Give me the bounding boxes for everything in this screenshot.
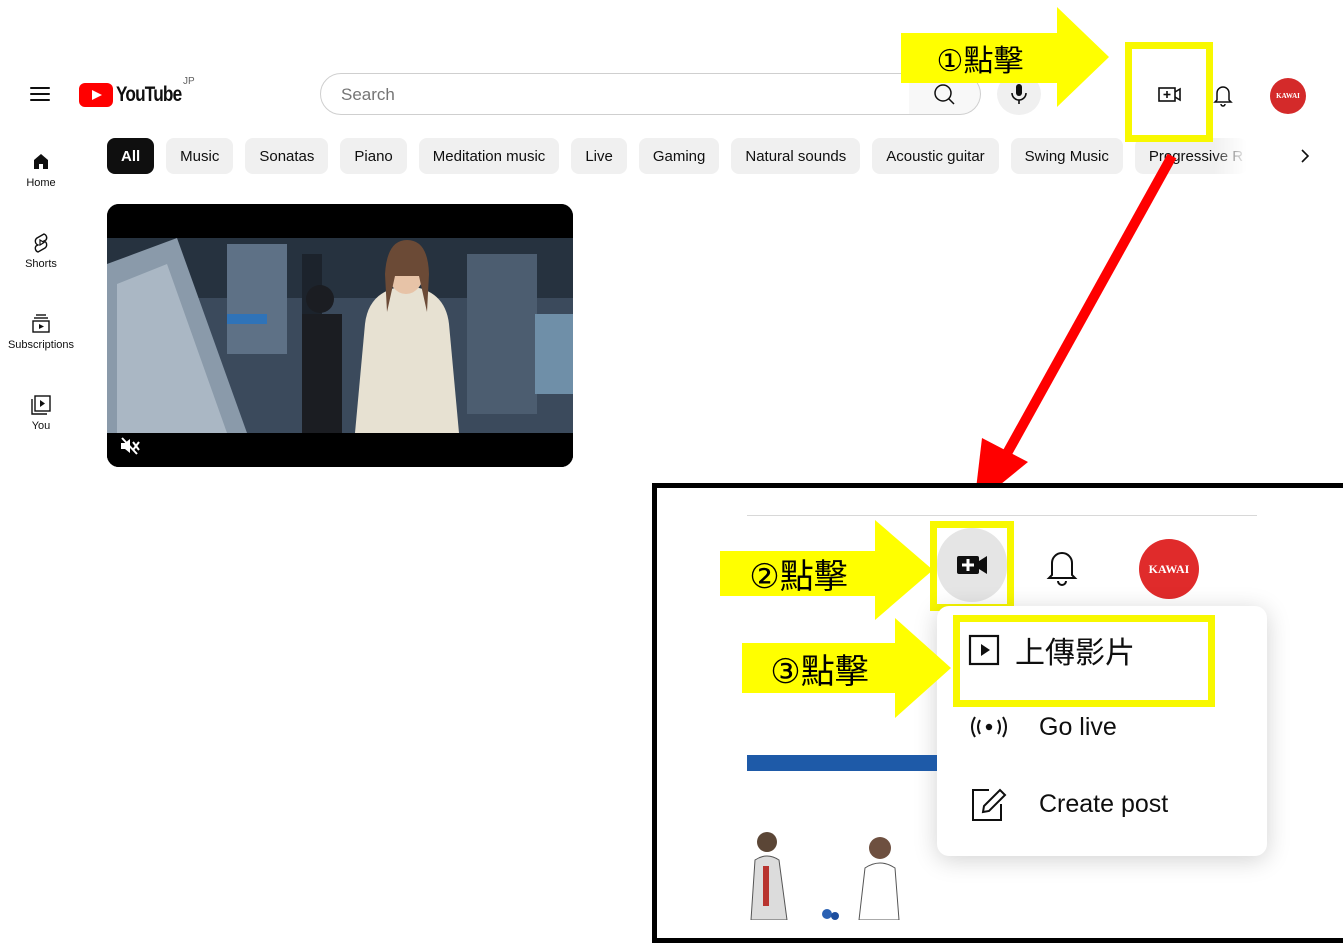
- avatar-zoomed[interactable]: KAWAI: [1139, 539, 1199, 599]
- menu-item-create-post[interactable]: Create post: [967, 784, 1168, 824]
- search-input[interactable]: [339, 84, 903, 106]
- step2-arrow-head: [875, 520, 933, 620]
- step3-callout: ③點擊: [742, 643, 897, 693]
- chip-sonatas[interactable]: Sonatas: [245, 138, 329, 174]
- highlight-upload-video: [953, 615, 1215, 707]
- avatar[interactable]: KAWAI: [1270, 78, 1306, 114]
- step1-callout: ①點擊: [901, 33, 1059, 83]
- step3-label: ③點擊: [770, 651, 869, 692]
- mute-button[interactable]: [119, 436, 141, 461]
- step1-arrow-head: [1057, 7, 1109, 107]
- red-pointer-arrow: [974, 153, 1177, 506]
- chevron-right-icon: [1301, 149, 1310, 163]
- step1-label: ①點擊: [936, 44, 1024, 79]
- guide-menu-button[interactable]: [28, 84, 52, 104]
- youtube-logo[interactable]: YouTube: [79, 80, 196, 110]
- chip-meditation-music[interactable]: Meditation music: [418, 138, 560, 174]
- background-illustration: [750, 832, 900, 920]
- highlight-create-button: [1125, 42, 1213, 142]
- chip-music[interactable]: Music: [166, 138, 234, 174]
- sidebar-item-label: You: [31, 420, 51, 432]
- chip-piano[interactable]: Piano: [340, 138, 407, 174]
- chip-live[interactable]: Live: [571, 138, 627, 174]
- menu-item-go-live[interactable]: Go live: [967, 712, 1117, 742]
- step3-arrow-head: [895, 618, 951, 718]
- video-thumbnail: [107, 204, 573, 467]
- step2-callout: ②點擊: [720, 551, 877, 597]
- logo-text: YouTube: [116, 83, 182, 106]
- sidebar-item-label: Subscriptions: [7, 339, 75, 351]
- home-icon: [34, 154, 48, 169]
- you-icon: [31, 395, 51, 415]
- step2-label: ②點擊: [749, 557, 848, 597]
- create-post-icon: [972, 788, 1007, 821]
- sidebar-item-label: Shorts: [25, 258, 57, 270]
- shorts-icon: [34, 233, 48, 253]
- video-player[interactable]: [107, 204, 573, 467]
- chip-gaming[interactable]: Gaming: [638, 138, 720, 174]
- zoomed-create-menu-panel: ②點擊 KAWAI 上傳影片 Go live Create post ③點擊: [652, 483, 1343, 943]
- sidebar-item-subscriptions[interactable]: Subscriptions: [0, 312, 82, 351]
- chip-all[interactable]: All: [107, 138, 155, 174]
- search-box: [320, 73, 910, 115]
- sidebar-item-home[interactable]: Home: [0, 150, 82, 189]
- live-broadcast-icon: [971, 716, 1007, 738]
- region-code: JP: [183, 76, 195, 87]
- highlight-create-zoomed: [930, 521, 1014, 611]
- sidebar-item-shorts[interactable]: Shorts: [0, 231, 82, 270]
- bell-icon: [1046, 552, 1078, 586]
- divider: [747, 515, 1257, 516]
- subscriptions-icon: [32, 314, 50, 333]
- chip-natural-sounds[interactable]: Natural sounds: [731, 138, 861, 174]
- sidebar-item-label: Home: [26, 177, 56, 189]
- volume-muted-icon: [121, 437, 140, 455]
- menu-item-label: Create post: [1039, 789, 1169, 818]
- youtube-play-icon: [79, 83, 113, 107]
- sidebar-item-you[interactable]: You: [0, 393, 82, 432]
- background-banner-strip: [747, 755, 937, 771]
- chips-next-button[interactable]: [1292, 144, 1318, 168]
- menu-item-label: Go live: [1039, 712, 1117, 741]
- notifications-button-zoomed[interactable]: [1042, 543, 1082, 594]
